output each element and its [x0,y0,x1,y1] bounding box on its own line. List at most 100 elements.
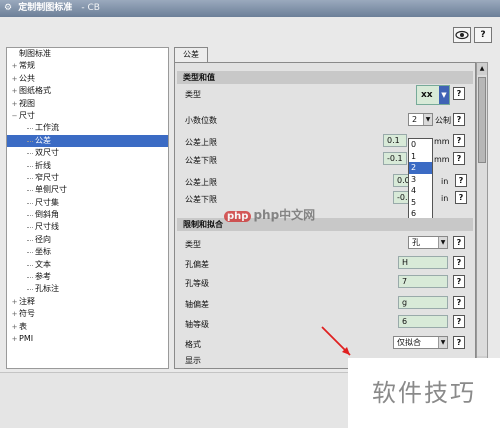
view-icon[interactable] [453,27,471,43]
decimals-unit: 公制 [435,116,451,125]
help-icon[interactable]: ? [474,27,492,43]
panel-scrollbar[interactable]: ▲ ▼ [476,62,488,369]
tree-item[interactable]: + 表 [7,321,168,333]
expander-icon[interactable]: + [10,308,19,320]
shaft-deviation-label: 轴偏差 [185,300,209,309]
help-button[interactable]: ? [453,336,465,349]
tree-item[interactable]: 尺寸集 [7,197,168,209]
section-type-value-header: 类型和值 [177,71,473,84]
tree-item[interactable]: + 注释 [7,296,168,308]
tree-item[interactable]: + 符号 [7,308,168,320]
expander-icon[interactable]: + [10,321,19,333]
help-button[interactable]: ? [453,152,465,165]
format-value: 仅拟合 [397,338,421,347]
settings-tree: 制图标准 + 常规 + 公共 + 图纸格式 + 视图 − 尺寸 工作流 公差 双尺寸 折线 窄尺寸 单侧尺寸 尺寸… [6,47,169,369]
expander-icon[interactable]: + [10,60,19,72]
window-title-bar: ⚙ 定制制图标准 - CB [0,0,500,17]
format-select[interactable]: 仅拟合 ▼ [393,336,448,349]
help-button[interactable]: ? [455,191,467,204]
help-button[interactable]: ? [453,315,465,328]
chevron-down-icon: ▼ [439,86,449,104]
dropdown-option[interactable]: 3 [409,174,432,186]
corner-watermark: 软件技巧 [348,358,500,428]
tree-item[interactable]: + 公共 [7,73,168,85]
format-label: 格式 [185,340,201,349]
fit-type-value: 孔 [412,238,420,247]
expander-icon[interactable]: + [10,296,19,308]
decimals-dropdown-list: 0123456 [408,138,433,222]
hole-grade-label: 孔等级 [185,279,209,288]
tree-item[interactable]: + PMI [7,333,168,345]
dropdown-option[interactable]: 2 [409,162,432,174]
scroll-thumb[interactable] [478,77,486,163]
tree-item[interactable]: 工作流 [7,122,168,134]
tree-item-label: 图纸格式 [19,86,51,96]
scroll-up-icon[interactable]: ▲ [477,63,487,75]
tree-item[interactable]: − 尺寸 [7,110,168,122]
window-title: 定制制图标准 [18,3,73,13]
decimals-select[interactable]: 2 ▼ [408,113,433,126]
tree-item[interactable]: 单侧尺寸 [7,184,168,196]
dropdown-option[interactable]: 0 [409,139,432,151]
display-label: 显示 [185,356,201,365]
decimals-label: 小数位数 [185,116,217,125]
help-button[interactable]: ? [455,174,467,187]
lower-tolerance-field[interactable]: -0.1 [383,152,407,165]
tree-item[interactable]: 孔标注 [7,283,168,295]
tree-item-label: 窄尺寸 [35,172,59,182]
tree-item[interactable]: 坐标 [7,246,168,258]
tree-item[interactable]: 制图标准 [7,48,168,60]
help-button[interactable]: ? [453,134,465,147]
hole-grade-field[interactable]: 7 [398,275,448,288]
expander-icon[interactable]: + [10,73,19,85]
shaft-grade-field[interactable]: 6 [398,315,448,328]
tree-item-label: 制图标准 [19,49,51,58]
expander-icon[interactable]: + [10,333,19,345]
dropdown-option[interactable]: 1 [409,151,432,163]
tolerance-type-value: xx [421,90,433,100]
tree-item-label: 符号 [19,309,35,319]
tree-item[interactable]: 尺寸线 [7,221,168,233]
shaft-deviation-field[interactable]: g [398,296,448,309]
tree-item[interactable]: 倒斜角 [7,209,168,221]
tab-tolerance[interactable]: 公差 [174,47,208,62]
expander-icon[interactable]: + [10,85,19,97]
help-button[interactable]: ? [453,236,465,249]
lower-tolerance-unit: mm [434,155,450,164]
tree-item-label: 参考 [35,272,51,282]
tree-item[interactable]: 双尺寸 [7,147,168,159]
dropdown-option[interactable]: 5 [409,197,432,209]
tree-item[interactable]: + 图纸格式 [7,85,168,97]
php-logo: php [224,211,252,222]
upper-tolerance-field[interactable]: 0.1 [383,134,407,147]
help-button[interactable]: ? [453,113,465,126]
expander-icon[interactable]: − [10,110,19,122]
tree-item[interactable]: 折线 [7,160,168,172]
tree-item-label: 折线 [35,160,51,170]
hole-deviation-field[interactable]: H [398,256,448,269]
hole-deviation-label: 孔偏差 [185,260,209,269]
tree-item[interactable]: 文本 [7,259,168,271]
site-watermark-text: php中文网 [253,208,316,222]
help-button[interactable]: ? [453,87,465,100]
lower-tolerance-inch-label: 公差下限 [185,195,217,204]
help-button[interactable]: ? [453,275,465,288]
tree-item-label: 工作流 [35,123,59,133]
tree-item-label: 常规 [19,61,35,71]
tree-item[interactable]: 径向 [7,234,168,246]
fit-type-select[interactable]: 孔 ▼ [408,236,448,249]
tree-item[interactable]: 窄尺寸 [7,172,168,184]
tree-item-label: 公差 [35,135,51,145]
tree-item[interactable]: 公差 [7,134,168,148]
tree-item[interactable]: 参考 [7,271,168,283]
tree-item-label: 单侧尺寸 [35,185,67,195]
tree-item[interactable]: + 视图 [7,98,168,110]
expander-icon[interactable]: + [10,98,19,110]
help-button[interactable]: ? [453,296,465,309]
tree-item[interactable]: + 常规 [7,60,168,72]
tolerance-type-select[interactable]: xx ▼ [416,85,450,105]
type-label: 类型 [185,90,201,99]
fit-type-label: 类型 [185,240,201,249]
help-button[interactable]: ? [453,256,465,269]
dropdown-option[interactable]: 4 [409,185,432,197]
